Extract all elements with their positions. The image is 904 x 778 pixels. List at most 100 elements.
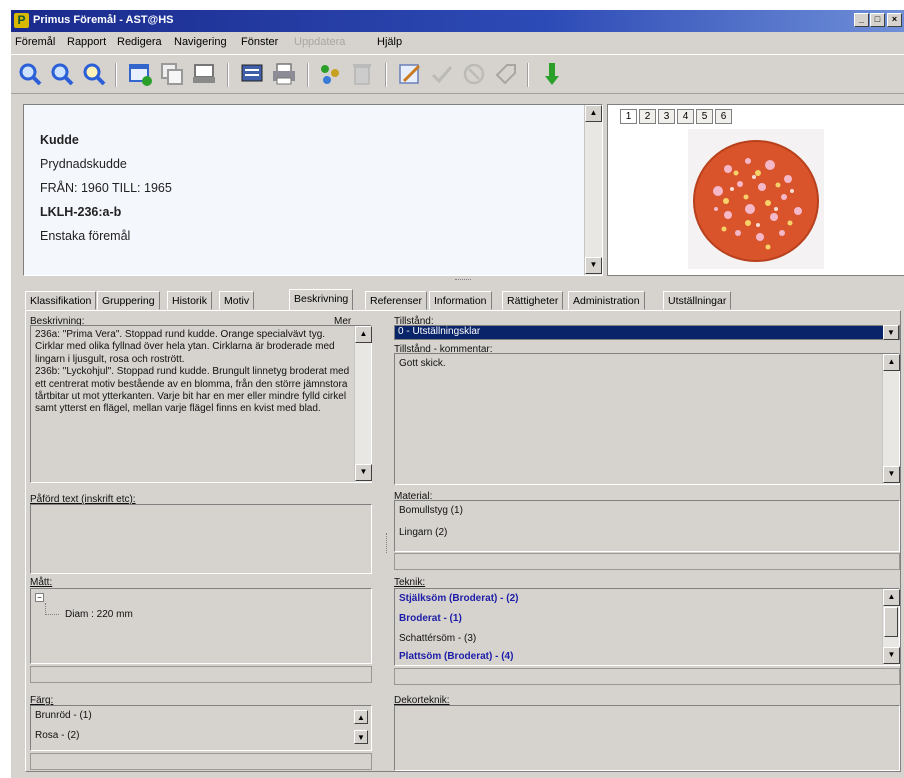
tab-klassifikation[interactable]: Klassifikation <box>25 291 97 310</box>
image-tab-1[interactable]: 1 <box>620 109 637 124</box>
tillstand-kommentar-text: Gott skick. <box>399 358 446 369</box>
farg-input[interactable] <box>30 753 372 770</box>
cancel-icon[interactable] <box>461 61 487 87</box>
scroll-up-icon[interactable]: ▲ <box>585 105 602 122</box>
teknik-item[interactable]: Schattérsöm - (3) <box>399 633 476 645</box>
structure-icon[interactable] <box>317 61 343 87</box>
scroll-down-icon[interactable]: ▼ <box>883 466 900 483</box>
object-date: FRÅN: 1960 TILL: 1965 <box>40 181 172 195</box>
material-input[interactable] <box>394 553 900 570</box>
tab-rattigheter[interactable]: Rättigheter <box>502 291 564 310</box>
menu-foremal[interactable]: Föremål <box>15 36 55 48</box>
scroll-up-icon[interactable]: ▲ <box>883 354 900 371</box>
maximize-button[interactable]: □ <box>870 13 885 27</box>
image-tab-4[interactable]: 4 <box>677 109 694 124</box>
teknik-item[interactable]: Stjälksöm (Broderat) - (2) <box>399 593 518 605</box>
menu-navigering[interactable]: Navigering <box>174 36 227 48</box>
title-bar[interactable]: P Primus Föremål - AST@HS _ □ × <box>11 10 904 32</box>
object-name: Kudde <box>40 133 79 147</box>
column-splitter[interactable] <box>386 533 388 553</box>
tillstand-select[interactable]: 0 - Utställningsklar ▼ <box>394 325 900 340</box>
tab-historik[interactable]: Historik <box>167 291 213 310</box>
menu-rapport[interactable]: Rapport <box>67 36 106 48</box>
menu-uppdatera: Uppdatera <box>294 36 346 48</box>
matt-tree[interactable]: − Diam : 220 mm <box>30 588 372 664</box>
tag-icon[interactable] <box>493 61 519 87</box>
teknik-label: Teknik: <box>394 577 426 588</box>
scroll-down-icon[interactable]: ▼ <box>585 257 602 274</box>
scroll-up-icon[interactable]: ▲ <box>355 326 372 343</box>
scroll-thumb[interactable] <box>884 607 898 637</box>
print-icon[interactable] <box>271 61 297 87</box>
teknik-input[interactable] <box>394 668 900 685</box>
menu-redigera[interactable]: Redigera <box>117 36 162 48</box>
matt-node[interactable]: Diam : 220 mm <box>65 609 133 621</box>
report-icon[interactable] <box>239 61 265 87</box>
cushion-photo[interactable] <box>688 129 824 269</box>
scroll-down-icon[interactable]: ▼ <box>883 647 900 664</box>
dekorteknik-field[interactable] <box>394 705 900 771</box>
copy-record-icon[interactable] <box>159 61 185 87</box>
tab-gruppering[interactable]: Gruppering <box>97 291 160 310</box>
teknik-item[interactable]: Broderat - (1) <box>399 613 462 625</box>
minimize-button[interactable]: _ <box>854 13 869 27</box>
object-subname: Prydnadskudde <box>40 157 127 171</box>
check-icon[interactable] <box>429 61 455 87</box>
scroll-up-icon[interactable]: ▲ <box>354 710 368 724</box>
beskrivning-textarea[interactable]: 236a: "Prima Vera". Stoppad rund kudde. … <box>30 325 372 483</box>
farg-item[interactable]: Rosa - (2) <box>35 730 79 742</box>
matt-input[interactable] <box>30 666 372 683</box>
farg-list[interactable]: Brunröd - (1) Rosa - (2) ▲ ▼ <box>30 705 372 751</box>
menu-hjalp[interactable]: Hjälp <box>377 36 402 48</box>
teknik-scrollbar[interactable]: ▲ ▼ <box>882 589 900 665</box>
tab-referenser[interactable]: Referenser <box>365 291 427 310</box>
image-tab-3[interactable]: 3 <box>658 109 675 124</box>
search-icon[interactable] <box>17 61 43 87</box>
tab-motiv[interactable]: Motiv <box>219 291 255 310</box>
app-logo-icon: P <box>14 13 29 28</box>
teknik-item[interactable]: Plattsöm (Broderat) - (4) <box>399 651 513 663</box>
application-window: P Primus Föremål - AST@HS _ □ × Föremål … <box>10 10 904 778</box>
scroll-up-icon[interactable]: ▲ <box>883 589 900 606</box>
teknik-list[interactable]: Stjälksöm (Broderat) - (2) Broderat - (1… <box>394 588 900 666</box>
material-list[interactable]: Bomullstyg (1) Lingarn (2) <box>394 500 900 552</box>
material-item[interactable]: Lingarn (2) <box>399 527 447 539</box>
paford-text-field[interactable] <box>30 504 372 574</box>
scroll-down-icon[interactable]: ▼ <box>355 464 372 481</box>
search-next-icon[interactable] <box>49 61 75 87</box>
kommentar-scrollbar[interactable]: ▲ ▼ <box>882 354 900 484</box>
tab-information[interactable]: Information <box>429 291 492 310</box>
summary-scrollbar[interactable]: ▲ ▼ <box>584 105 602 275</box>
toolbar <box>11 54 904 94</box>
tab-administration[interactable]: Administration <box>568 291 645 310</box>
edit-icon[interactable] <box>397 61 423 87</box>
tab-utstallningar[interactable]: Utställningar <box>663 291 732 310</box>
chevron-down-icon[interactable]: ▼ <box>883 325 899 340</box>
tillstand-value: 0 - Utställningsklar <box>395 326 883 339</box>
object-type: Enstaka föremål <box>40 229 131 243</box>
image-tab-5[interactable]: 5 <box>696 109 713 124</box>
window-title: Primus Föremål - AST@HS <box>33 14 174 26</box>
print-preview-icon[interactable] <box>191 61 217 87</box>
splitter-handle[interactable] <box>455 279 471 281</box>
matt-label: Mått: <box>30 577 53 588</box>
new-record-icon[interactable] <box>127 61 153 87</box>
search-all-icon[interactable] <box>81 61 107 87</box>
material-item[interactable]: Bomullstyg (1) <box>399 505 463 517</box>
farg-item[interactable]: Brunröd - (1) <box>35 710 92 722</box>
close-button[interactable]: × <box>887 13 902 27</box>
scroll-down-icon[interactable]: ▼ <box>354 730 368 744</box>
tillstand-kommentar-textarea[interactable]: Gott skick. ▲ ▼ <box>394 353 900 485</box>
beskrivning-scrollbar[interactable]: ▲ ▼ <box>354 326 372 482</box>
tab-beskrivning[interactable]: Beskrivning <box>289 289 354 311</box>
beskrivning-text: 236a: "Prima Vera". Stoppad rund kudde. … <box>35 329 350 415</box>
object-id: LKLH-236:a-b <box>40 205 122 219</box>
image-tab-2[interactable]: 2 <box>639 109 656 124</box>
arrow-down-icon[interactable] <box>539 61 565 87</box>
menu-fonster[interactable]: Fönster <box>241 36 278 48</box>
tree-expand-icon[interactable]: − <box>35 593 44 602</box>
image-tab-6[interactable]: 6 <box>715 109 732 124</box>
delete-icon[interactable] <box>349 61 375 87</box>
tab-strip: Klassifikation Gruppering Historik Motiv… <box>25 289 904 311</box>
menu-bar: Föremål Rapport Redigera Navigering Föns… <box>11 32 904 52</box>
